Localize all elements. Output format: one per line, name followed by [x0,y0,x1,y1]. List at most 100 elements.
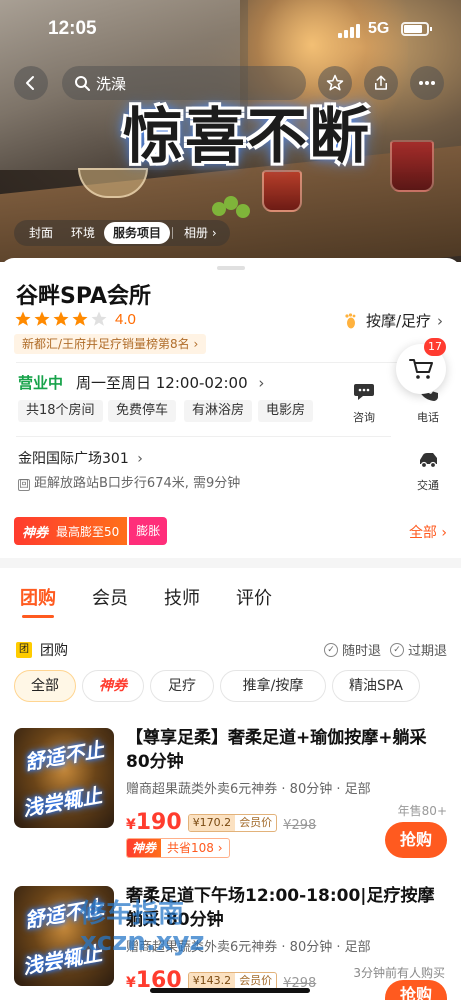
category-link[interactable]: 按摩/足疗 › [344,310,443,331]
chevron-right-icon: › [137,451,143,467]
search-bar[interactable]: 洗澡 [62,66,306,100]
group-buy-header: 团 团购 [16,640,68,660]
deal-image-text: 浅尝辄止 [20,783,104,821]
check-circle-icon: ✓ [324,642,338,657]
search-icon [75,76,90,91]
traffic-button[interactable]: 交通 [408,446,448,493]
star-icon [15,311,31,326]
photo-tab-divider [172,227,174,239]
address-label: 金阳国际广场301 [18,451,129,467]
deal-image[interactable]: 舒适不止 浅尝辄止 [14,728,114,828]
buy-button[interactable]: 抢购 [385,980,447,1000]
coupon-main: 神券 最高膨至50 [14,517,128,545]
saving-text-label: 共省108 [167,841,214,855]
rating-stars: 4.0 [14,310,136,328]
photo-tab-album-label: 相册 [184,226,209,240]
chevron-left-icon [26,76,34,90]
filter-all[interactable]: 全部 [14,670,76,702]
group-buy-title: 团购 [40,643,68,659]
share-icon [375,75,387,90]
member-label: 会员价 [239,973,273,987]
cart-icon [409,359,433,379]
share-button[interactable] [364,66,398,100]
divider [16,436,391,437]
buy-button[interactable]: 抢购 [385,822,447,858]
member-price-tag: ¥170.2 会员价 [187,813,278,832]
subway-icon: 回 [18,479,30,491]
watermark-line: 修车指南 [80,899,185,929]
address-detail-label: 距解放路站B口步行674米, 需9分钟 [34,476,241,491]
drag-handle[interactable] [217,266,245,270]
coupon-badge: 神券 [22,525,49,541]
hero-overlay-text: 惊喜不断 [123,102,371,172]
star-empty-icon [91,311,107,326]
address-link[interactable]: 金阳国际广场301 › [18,448,143,468]
star-outline-icon [326,74,344,91]
status-bar: 12:05 5G [0,0,461,56]
signal-icon [338,24,362,38]
status-time: 12:05 [48,18,97,39]
category-label: 按摩/足疗 [365,312,431,330]
foot-icon [345,312,356,328]
saving-text: 共省108 › [167,841,223,855]
address-detail: 回距解放路站B口步行674米, 需9分钟 [18,472,240,491]
phone-label: 电话 [417,411,439,424]
all-coupons-label: 全部 [408,525,437,541]
section-gap [0,558,461,568]
consult-button[interactable]: 咨询 [344,378,384,425]
deal-price-row: ¥ 190 ¥170.2 会员价 ¥298 [126,810,316,835]
member-label: 会员价 [239,815,273,829]
chat-icon [354,384,374,400]
photo-tab-environment[interactable]: 环境 [62,222,104,244]
filter-massage[interactable]: 推拿/按摩 [220,670,326,702]
amenity-tag: 共18个房间 [18,400,103,422]
member-price: ¥143.2 [188,972,236,989]
rank-badge[interactable]: 新都汇/王府井足疗销量榜第8名 › [14,334,207,354]
chevron-right-icon: › [258,374,265,392]
traffic-label: 交通 [417,479,439,492]
amenity-tag: 免费停车 [108,400,177,422]
coupon-text: 最高膨至50 [56,524,120,539]
refund-expired-label: 过期退 [408,644,448,659]
deal-price: 190 [135,810,182,835]
tab-member[interactable]: 会员 [92,584,128,610]
photo-tab-album[interactable]: 相册 › [175,222,226,244]
star-icon [72,311,88,326]
refund-anytime: ✓ 随时退 [324,640,381,659]
divider [16,362,445,363]
search-query: 洗澡 [96,74,127,93]
deal-sales: 年售80+ [397,804,447,818]
saving-tag: 神券 共省108 › [126,838,230,858]
rating-score: 4.0 [115,310,136,328]
tab-reviews[interactable]: 评价 [236,584,272,610]
coupon-banner[interactable]: 神券 最高膨至50 膨胀 [14,517,168,545]
car-icon [420,453,437,469]
back-button[interactable] [14,66,48,100]
filter-coupon[interactable]: 神券 [82,670,144,702]
refund-expired: ✓ 过期退 [390,640,447,659]
filter-foot[interactable]: 足疗 [150,670,214,702]
tab-technician[interactable]: 技师 [164,584,200,610]
hero-tea-cup [262,170,302,212]
photo-tab-services[interactable]: 服务项目 [104,222,171,244]
check-circle-icon: ✓ [390,642,404,657]
filter-spa[interactable]: 精油SPA [332,670,420,702]
hero-fruits [212,196,256,222]
photo-tab-cover[interactable]: 封面 [20,222,62,244]
star-icon [53,311,69,326]
recent-purchase: 3分钟前有人购买 [353,966,445,980]
open-status: 营业中 [18,374,64,392]
member-price: ¥170.2 [188,814,236,831]
all-coupons-link[interactable]: 全部 › [409,522,447,542]
photo-tabs: 封面 环境 服务项目 相册 › [14,220,230,246]
more-button[interactable] [410,66,444,100]
battery-icon [401,22,432,36]
chevron-right-icon: › [437,311,443,330]
open-hours[interactable]: 周一至周日 12:00-02:00 › [76,372,264,393]
deal-currency: ¥ [126,817,136,833]
coupon-expand: 膨胀 [129,517,168,545]
original-price: ¥298 [283,818,317,833]
favorite-button[interactable] [318,66,352,100]
tab-group-buy[interactable]: 团购 [20,584,56,618]
deal-title[interactable]: 【尊享足柔】奢柔足道+瑜伽按摩+躺采 80分钟 [126,726,448,774]
